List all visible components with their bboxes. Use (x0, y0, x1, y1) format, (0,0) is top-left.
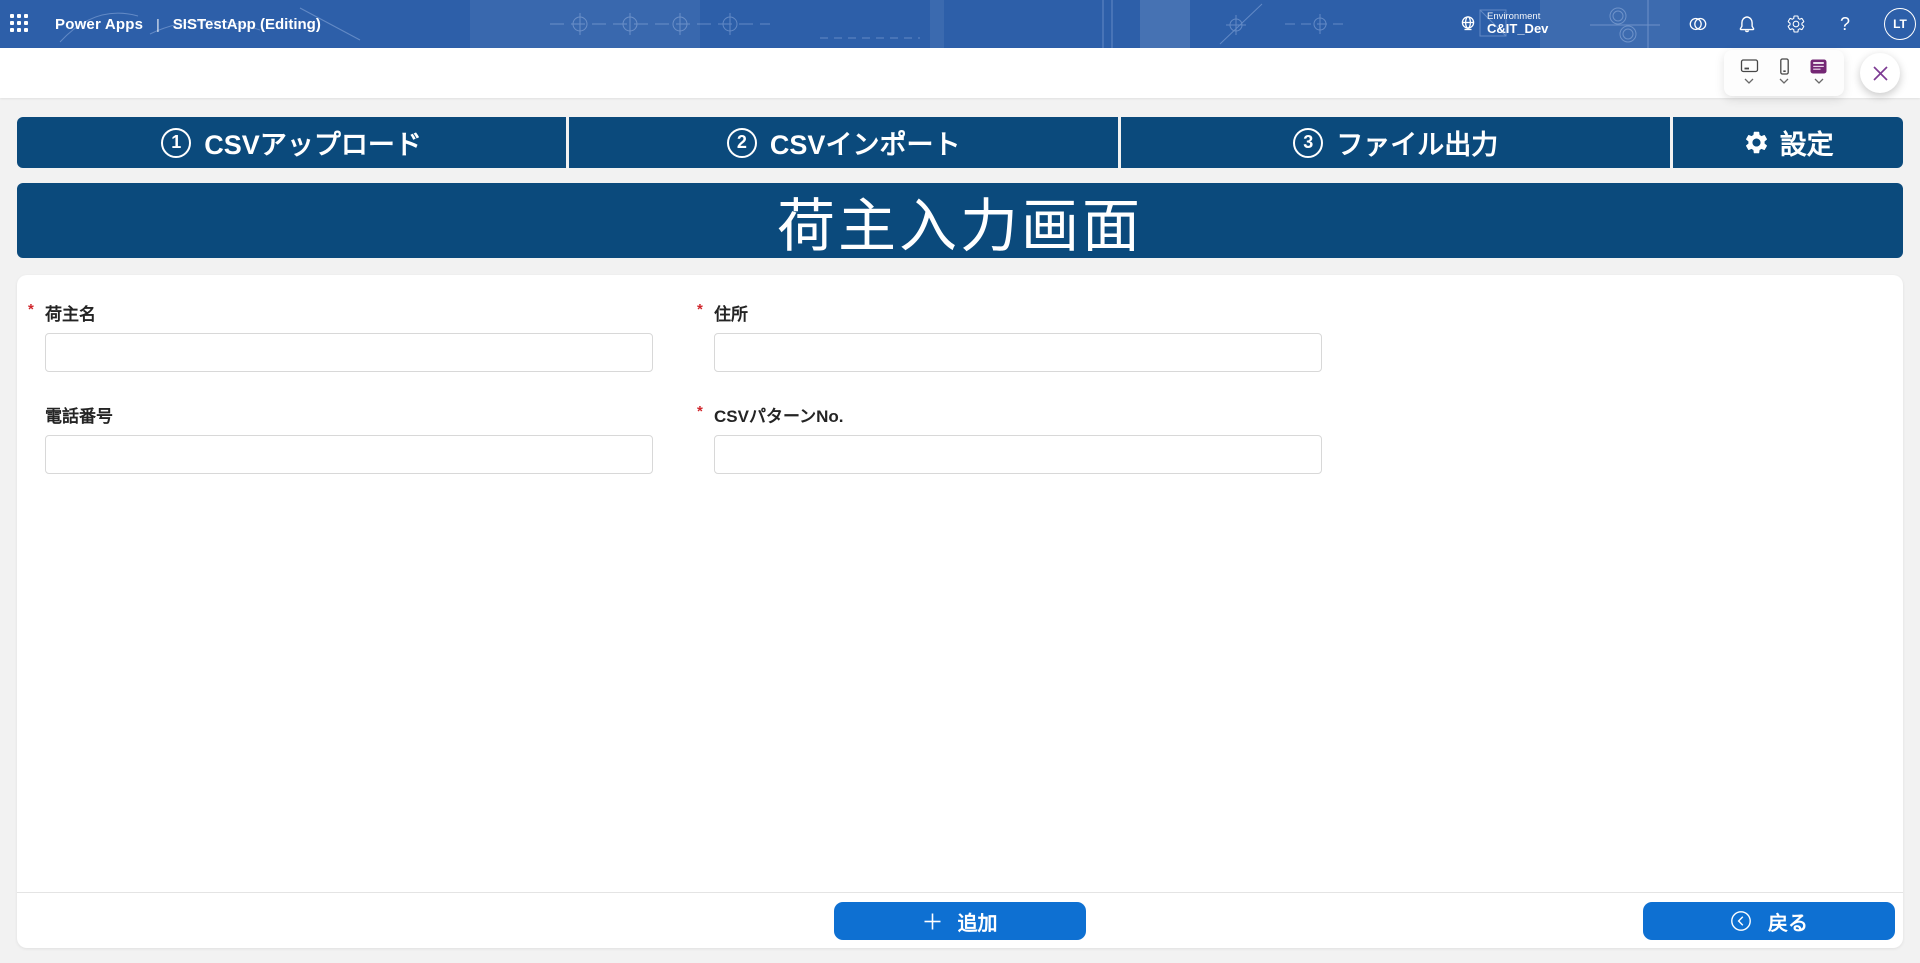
device-mobile-button[interactable] (1775, 58, 1794, 84)
field-shipper-name: * 荷主名 (45, 300, 653, 372)
form-card: * 荷主名 * 住所 電話番号 * (17, 275, 1903, 948)
add-button[interactable]: 追加 (834, 902, 1086, 940)
back-button[interactable]: 戻る (1643, 902, 1895, 940)
back-circle-icon (1730, 910, 1752, 932)
plus-icon (923, 912, 942, 931)
close-icon (1872, 65, 1889, 82)
tab-bar: 1 CSVアップロード 2 CSVインポート 3 ファイル出力 設定 (17, 117, 1903, 168)
help-icon[interactable]: ? (1835, 14, 1855, 34)
field-label: 荷主名 (45, 300, 96, 325)
field-label: 電話番号 (45, 402, 113, 427)
tab-csv-import[interactable]: 2 CSVインポート (569, 117, 1118, 168)
chevron-down-icon (1744, 78, 1754, 84)
phone-number-input[interactable] (45, 435, 653, 474)
app-launcher-icon[interactable] (10, 14, 30, 34)
page-title: 荷主入力画面 (777, 183, 1143, 258)
circled-number-icon: 1 (161, 128, 191, 158)
required-asterisk: * (28, 301, 34, 318)
screen-title-banner: 荷主入力画面 (17, 183, 1903, 258)
tab-label: 設定 (1780, 123, 1834, 162)
device-preview-panel (1724, 50, 1844, 96)
user-avatar[interactable]: LT (1884, 8, 1916, 40)
csv-pattern-input[interactable] (714, 435, 1322, 474)
app-name-label: SISTestApp (Editing) (173, 16, 321, 33)
address-input[interactable] (714, 333, 1322, 372)
environment-name: C&IT_Dev (1487, 22, 1548, 36)
tab-settings[interactable]: 設定 (1673, 117, 1903, 168)
required-asterisk: * (697, 403, 703, 420)
tab-label: CSVアップロード (204, 123, 422, 162)
form-footer: 追加 戻る (17, 892, 1903, 948)
field-phone-number: 電話番号 (45, 402, 653, 474)
desktop-icon (1740, 58, 1759, 75)
tab-label: CSVインポート (770, 123, 961, 162)
tab-file-output[interactable]: 3 ファイル出力 (1121, 117, 1670, 168)
circled-number-icon: 2 (727, 128, 757, 158)
form-grid: * 荷主名 * 住所 電話番号 * (17, 275, 1903, 474)
powerapps-brand[interactable]: Power Apps (55, 16, 143, 33)
tab-label: ファイル出力 (1336, 123, 1498, 162)
gear-icon (1743, 129, 1770, 156)
notifications-bell-icon[interactable] (1737, 14, 1757, 34)
field-label: CSVパターンNo. (714, 402, 844, 427)
device-desktop-button[interactable] (1740, 58, 1759, 84)
close-preview-button[interactable] (1860, 53, 1900, 93)
device-tablet-button-selected[interactable] (1809, 58, 1828, 84)
chevron-down-icon (1779, 78, 1789, 84)
settings-gear-icon[interactable] (1786, 14, 1806, 34)
add-button-label: 追加 (958, 907, 998, 936)
header-divider: | (156, 16, 160, 32)
copilot-icon[interactable] (1688, 14, 1708, 34)
preview-toolbar (0, 48, 1920, 98)
environment-picker[interactable]: Environment C&IT_Dev (1458, 0, 1548, 48)
tablet-selected-icon (1809, 58, 1828, 75)
tab-csv-upload[interactable]: 1 CSVアップロード (17, 117, 566, 168)
field-address: * 住所 (714, 300, 1322, 372)
avatar-initials: LT (1893, 17, 1907, 31)
chevron-down-icon (1814, 78, 1824, 84)
shipper-name-input[interactable] (45, 333, 653, 372)
back-button-label: 戻る (1768, 907, 1808, 936)
circled-number-icon: 3 (1293, 128, 1323, 158)
help-glyph: ? (1840, 14, 1850, 35)
app-canvas: 1 CSVアップロード 2 CSVインポート 3 ファイル出力 設定 荷主入力画… (0, 117, 1920, 948)
required-asterisk: * (697, 301, 703, 318)
environment-label: Environment (1487, 12, 1548, 22)
mobile-icon (1775, 58, 1794, 75)
environment-icon (1458, 14, 1478, 34)
field-csv-pattern-no: * CSVパターンNo. (714, 402, 1322, 474)
powerapps-header: Power Apps | SISTestApp (Editing) Enviro… (0, 0, 1920, 48)
field-label: 住所 (714, 300, 748, 325)
